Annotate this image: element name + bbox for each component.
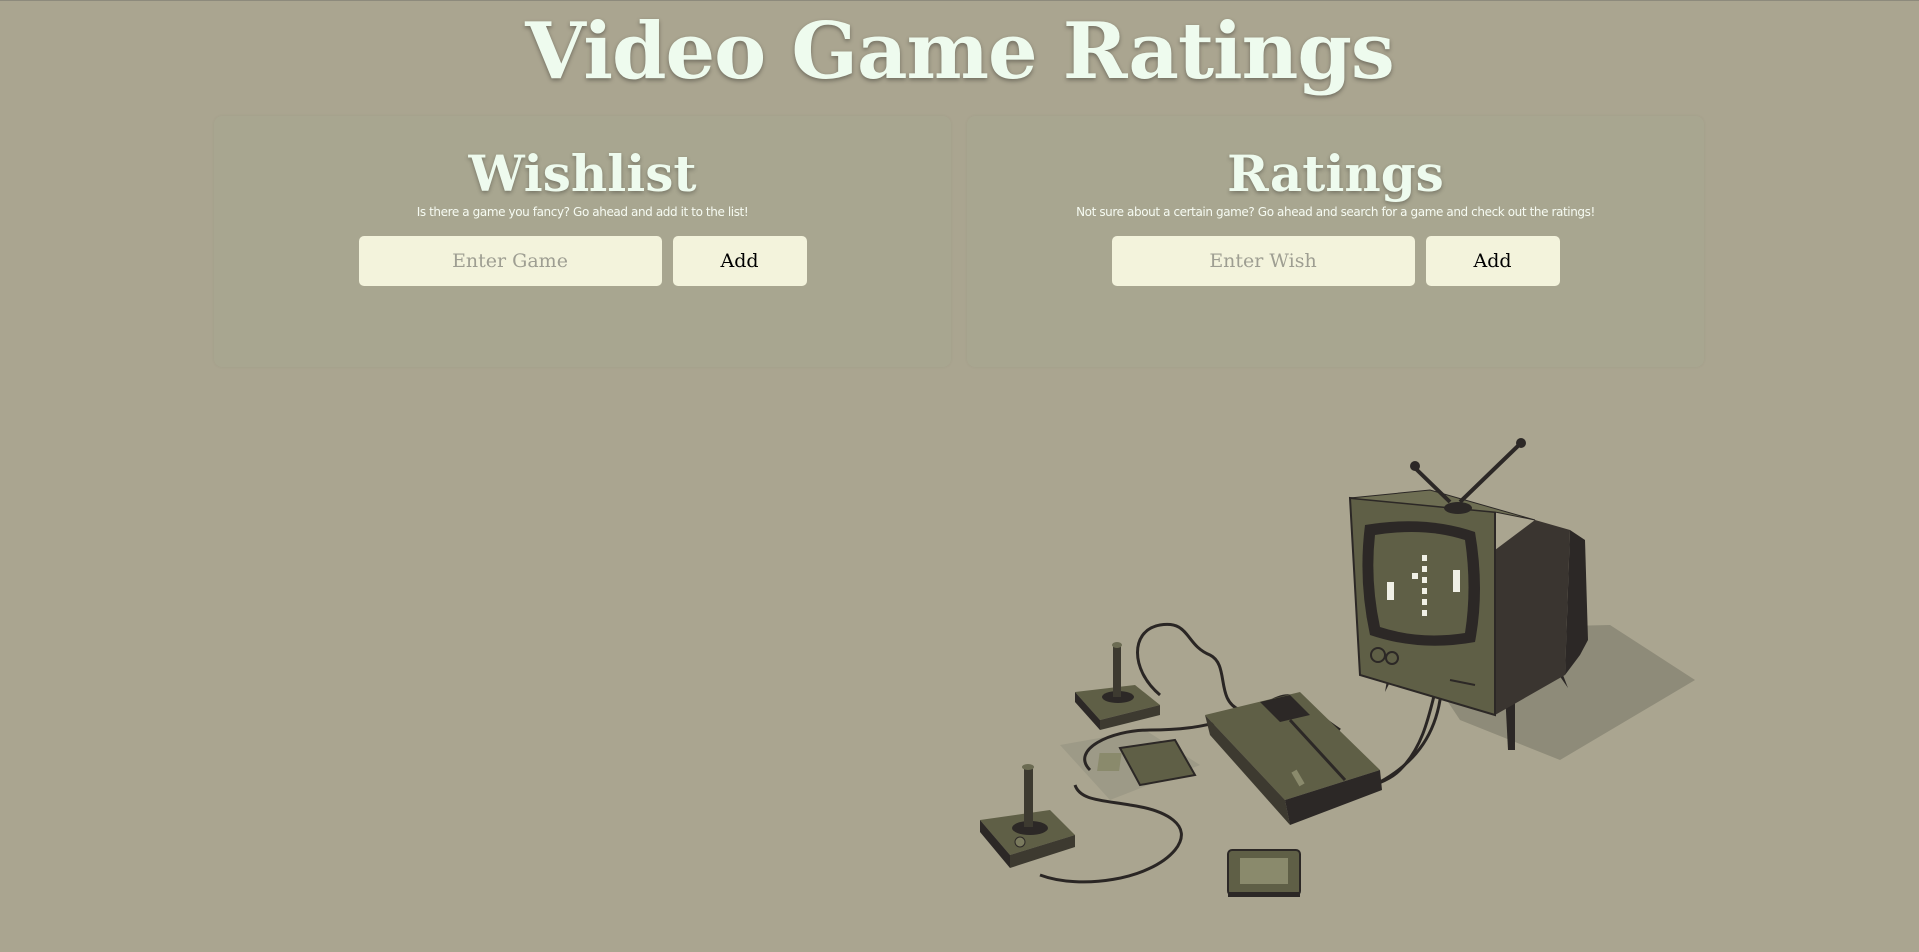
ratings-subtitle: Not sure about a certain game? Go ahead …: [1076, 205, 1595, 219]
page-title: Video Game Ratings: [525, 6, 1395, 97]
wishlist-subtitle: Is there a game you fancy? Go ahead and …: [416, 205, 749, 219]
wishlist-panel: Wishlist Is there a game you fancy? Go a…: [214, 116, 951, 367]
console: [1205, 692, 1382, 825]
joystick-1: [1075, 642, 1160, 730]
retro-tv-console-illustration-icon: [980, 438, 1695, 897]
ratings-title: Ratings: [1227, 144, 1444, 203]
wishlist-input-row: Add: [214, 236, 951, 286]
cartridge-2: [1227, 849, 1301, 897]
wishlist-add-button[interactable]: Add: [672, 236, 807, 286]
ratings-search-input[interactable]: [1111, 236, 1415, 286]
top-border: [0, 0, 1919, 1]
joystick-2: [980, 764, 1075, 868]
ratings-panel: Ratings Not sure about a certain game? G…: [967, 116, 1704, 367]
ratings-input-row: Add: [967, 236, 1704, 286]
wishlist-title: Wishlist: [468, 144, 697, 203]
wishlist-game-input[interactable]: [358, 236, 662, 286]
ratings-add-button[interactable]: Add: [1425, 236, 1560, 286]
